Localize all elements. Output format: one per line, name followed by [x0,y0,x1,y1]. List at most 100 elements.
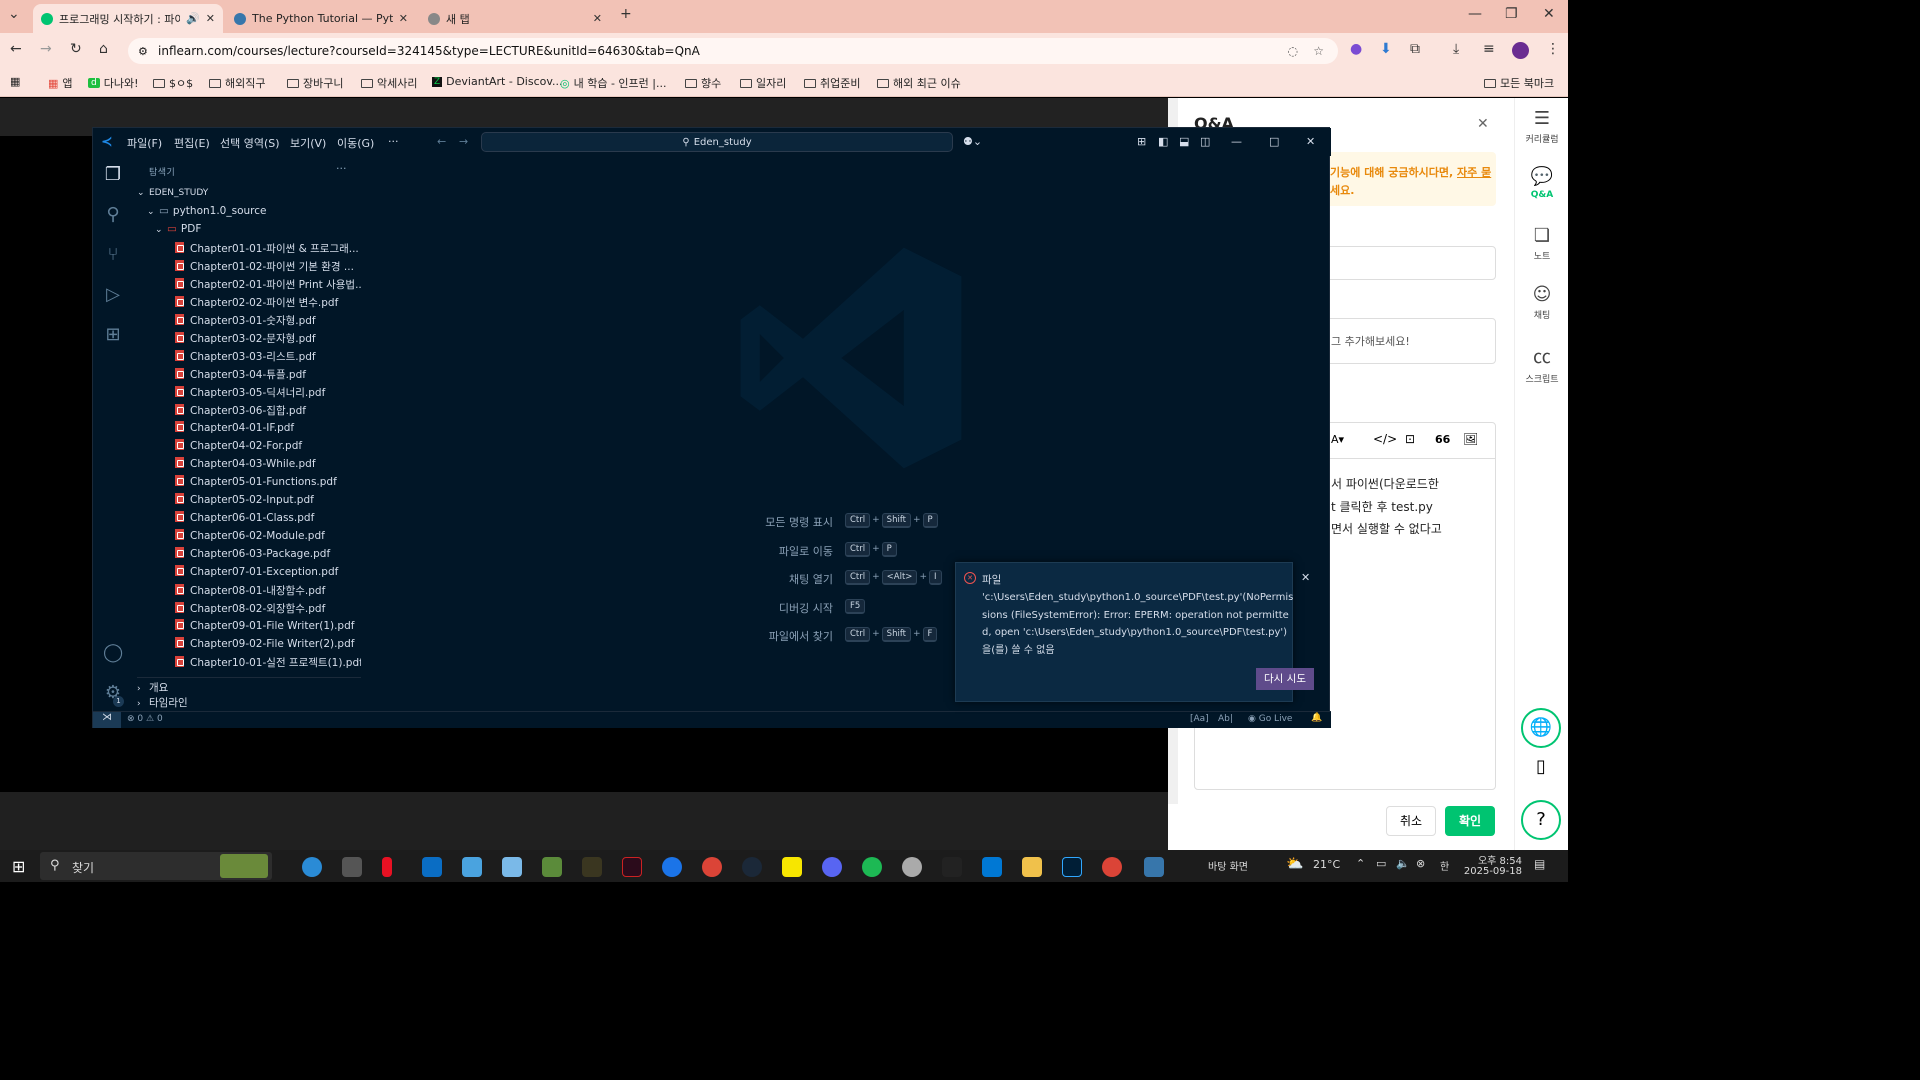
browser-tab-python[interactable]: The Python Tutorial — Python ✕ [226,4,416,33]
ime-indicator[interactable]: 한 [1440,858,1449,873]
layout-icon[interactable]: ⊞ [1137,135,1146,148]
bookmark-danawa[interactable]: d 다나와! [88,75,139,91]
site-info-icon[interactable]: ⚙ [138,45,148,58]
app-icon[interactable] [902,857,922,877]
file-item[interactable]: Chapter04-01-IF.pdf [175,421,294,434]
lol-icon[interactable] [582,857,602,877]
vscode-taskbar-icon[interactable] [982,857,1002,877]
shortcut-label[interactable]: 파일에서 찾기 [713,628,833,644]
vs-minimize-icon[interactable]: — [1231,135,1242,148]
bookmark-apps[interactable]: ▦ 앱 [48,75,73,91]
retry-button[interactable]: 다시 시도 [1256,668,1314,690]
desktop-label[interactable]: 바탕 화면 [1208,858,1248,873]
apps-grid-icon[interactable]: ▦ [10,75,20,88]
close-panel-icon[interactable]: ✕ [1477,116,1489,132]
app-icon[interactable] [382,857,392,877]
bell-icon[interactable]: 🔔 [1311,713,1322,723]
globe-icon[interactable]: 🌐 [1521,708,1561,748]
bookmark-inflearn[interactable]: ◎ 내 학습 - 인프런 |... [560,75,666,91]
vs-close-icon[interactable]: ✕ [1306,135,1315,148]
font-color-icon[interactable]: A▾ [1331,433,1344,446]
bookmark-folder[interactable]: 해외 최근 이슈 [877,75,961,91]
more-menu-icon[interactable]: ⋮ [1546,41,1560,57]
windows-start-icon[interactable]: ⊞ [12,857,25,876]
bookmark-deviantart[interactable]: Z DeviantArt - Discov... [432,75,563,88]
mobile-icon[interactable]: ▯ [1521,756,1561,786]
toggle-panel-icon[interactable]: ⬓ [1179,135,1189,148]
bookmark-folder[interactable]: 일자리 [740,75,786,91]
shortcut-label[interactable]: 모든 명령 표시 [713,514,833,530]
faq-link[interactable]: 자주 묻 [1457,166,1491,179]
confirm-button[interactable]: 확인 [1445,806,1495,836]
mute-icon[interactable]: ⊗ [1416,857,1425,870]
account-icon[interactable]: ◯ [103,642,123,663]
app-icon[interactable] [662,857,682,877]
file-item[interactable]: Chapter03-01-숫자형.pdf [175,313,316,328]
folder-python-source[interactable]: ⌄ ▭ python1.0_source [147,205,266,217]
network-icon[interactable]: ▭ [1376,857,1386,870]
bookmark-folder[interactable]: 악세사리 [361,75,417,91]
sidemenu-note[interactable]: ❏ 노트 [1515,225,1569,262]
profile-avatar[interactable] [1512,42,1529,59]
image-icon[interactable]: 🖼 [1463,432,1478,446]
problems-indicator[interactable]: ⊗ 0 ⚠ 0 [127,714,163,724]
browser-tab-new[interactable]: 새 탭 ✕ [420,4,610,33]
close-tab-icon[interactable]: ✕ [593,12,602,25]
media-icon[interactable]: ≡ [1483,41,1495,57]
copilot-icon[interactable]: ⚉⌄ [963,135,982,148]
clock-time[interactable]: 오후 8:54 [1462,852,1522,867]
chrome-active-icon[interactable] [1102,857,1122,877]
file-item[interactable]: Chapter06-01-Class.pdf [175,511,314,524]
minimize-icon[interactable]: — [1468,6,1482,22]
menu-go[interactable]: 이동(G) [337,135,374,151]
file-item[interactable]: Chapter01-01-파이썬 & 프로그래... [175,241,359,256]
file-item[interactable]: Chapter07-01-Exception.pdf [175,565,338,578]
toggle-sidebar-icon[interactable]: ◧ [1158,135,1168,148]
puzzle-icon[interactable]: ⧉ [1410,41,1420,57]
notification-center-icon[interactable]: ▤ [1534,857,1545,871]
home-icon[interactable]: ⌂ [99,41,108,57]
file-item[interactable]: Chapter05-01-Functions.pdf [175,475,337,488]
run-debug-icon[interactable]: ▷ [103,284,123,305]
menu-more[interactable]: ··· [388,135,399,148]
shortcut-label[interactable]: 채팅 열기 [713,571,833,587]
kakaotalk-icon[interactable] [782,857,802,877]
close-tab-icon[interactable]: ✕ [399,12,408,25]
back-icon[interactable]: ← [10,41,22,57]
taskbar-search[interactable]: ⚲ 찾기 [40,852,272,880]
volume-icon[interactable]: 🔈 [1396,857,1410,870]
workspace-root[interactable]: ⌄ EDEN_STUDY [137,188,208,198]
download-ext-icon[interactable]: ⬇ [1380,41,1392,57]
close-notification-icon[interactable]: ✕ [1301,571,1310,584]
folder-pdf[interactable]: ⌄ ▭ PDF [155,223,201,235]
star-icon[interactable]: ☆ [1313,44,1324,58]
eye-off-icon[interactable]: ◌ [1288,44,1298,58]
sidemenu-curriculum[interactable]: ☰ 커리큘럼 [1515,108,1569,145]
store-icon[interactable] [422,857,442,877]
calculator-icon[interactable] [342,857,362,877]
new-tab-icon[interactable]: + [620,6,632,22]
source-control-icon[interactable]: ⑂ [103,244,123,265]
file-item[interactable]: Chapter05-02-Input.pdf [175,493,314,506]
file-item[interactable]: Chapter08-02-외장함수.pdf [175,601,325,616]
bookmark-folder[interactable]: $ㅇ$ [153,75,193,91]
app-icon[interactable] [462,857,482,877]
menu-file[interactable]: 파일(F) [127,135,162,151]
explorer-icon[interactable]: ❐ [103,164,123,185]
app-icon[interactable] [502,857,522,877]
menu-view[interactable]: 보기(V) [290,135,326,151]
clock-date[interactable]: 2025-09-18 [1462,866,1522,877]
file-item[interactable]: Chapter08-01-내장함수.pdf [175,583,325,598]
sidemenu-script[interactable]: ㏄ 스크립트 [1515,343,1569,385]
quote-icon[interactable]: 66 [1435,433,1450,446]
file-item[interactable]: Chapter03-02-문자형.pdf [175,331,316,346]
help-icon[interactable]: ? [1521,800,1561,840]
extensions-icon[interactable]: ⊞ [103,324,123,345]
file-item[interactable]: Chapter02-01-파이썬 Print 사용법... [175,277,365,292]
whole-word-indicator[interactable]: Ab| [1218,714,1233,724]
downloads-icon[interactable]: ⤓ [1453,41,1459,57]
bookmark-folder[interactable]: 해외직구 [209,75,265,91]
forward-icon[interactable]: → [40,41,52,57]
search-activity-icon[interactable]: ⚲ [103,204,123,225]
remote-icon[interactable]: ⋊ [93,712,121,728]
